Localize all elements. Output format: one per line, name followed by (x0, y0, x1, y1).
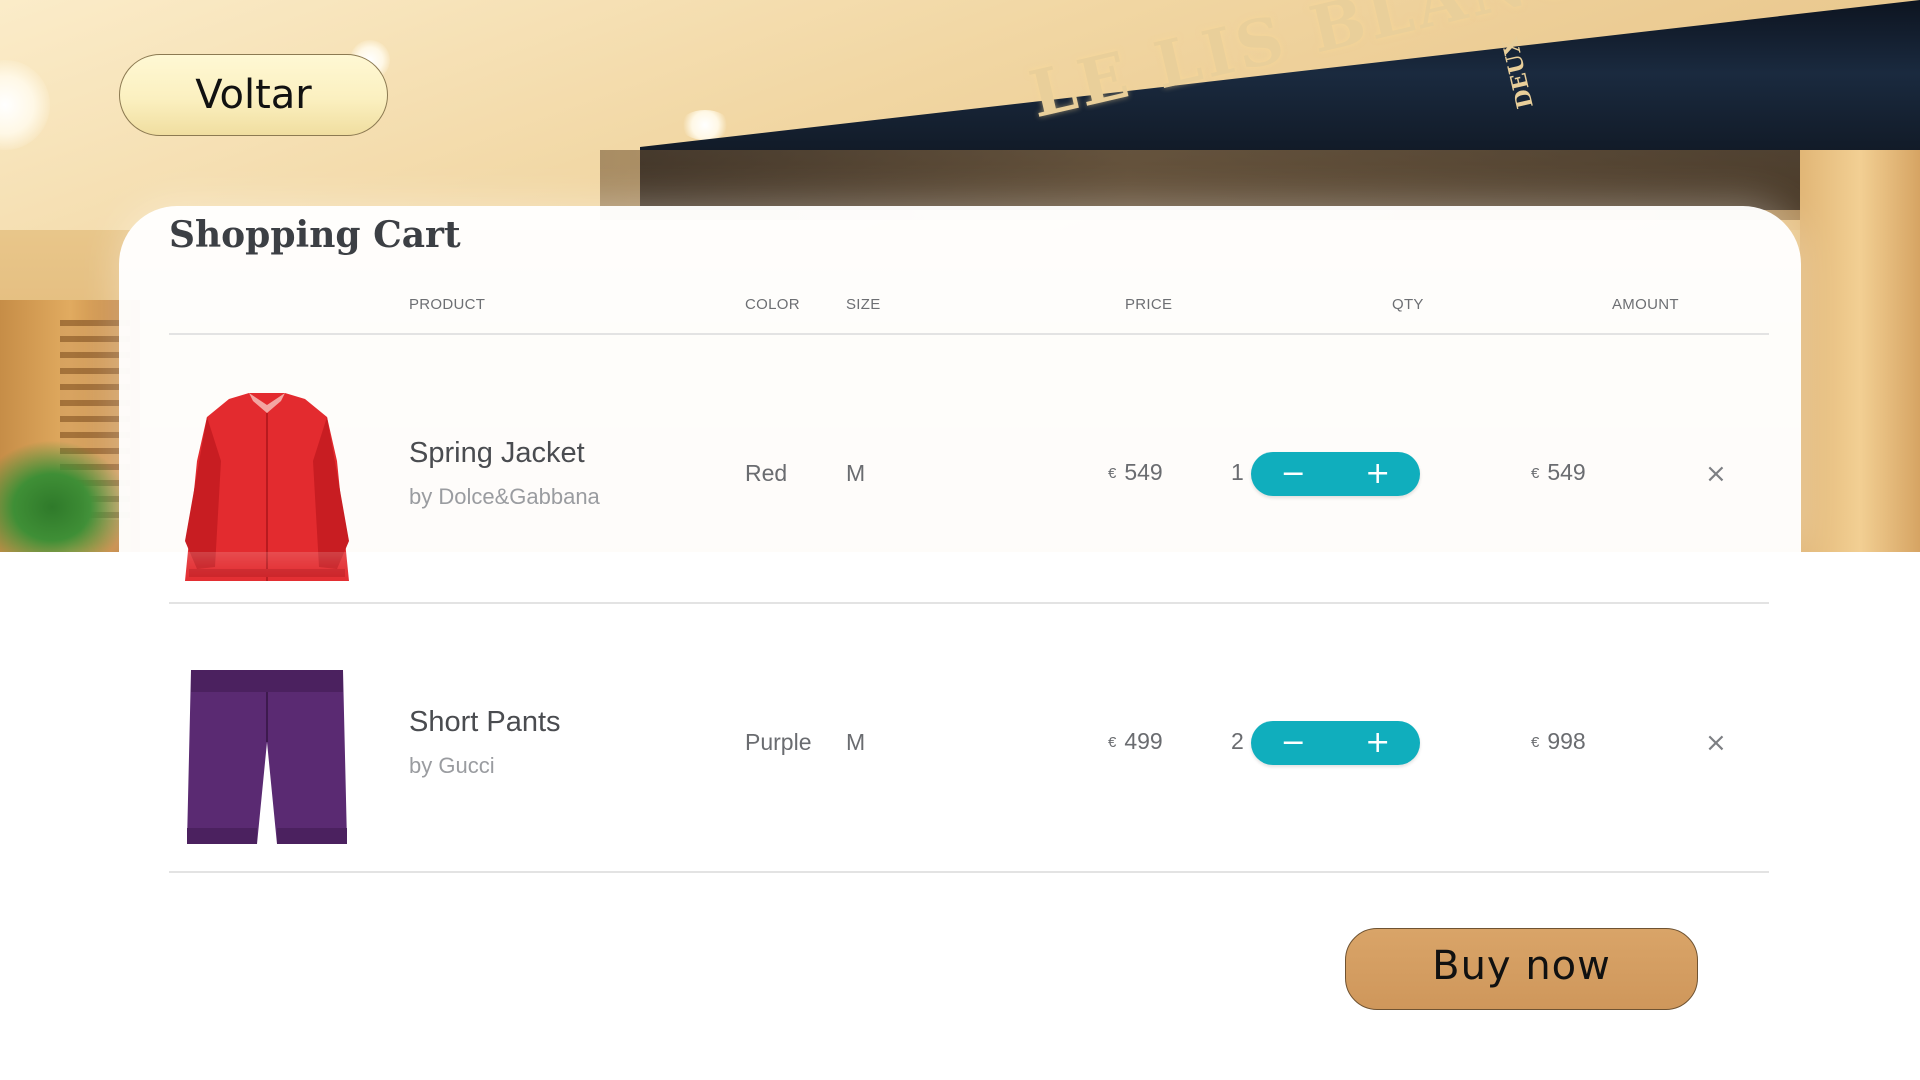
currency-symbol: € (1531, 465, 1540, 482)
cart-title: Shopping Cart (169, 214, 461, 256)
product-price: €549 (1108, 459, 1163, 486)
line-amount: €998 (1531, 728, 1586, 755)
price-value: 549 (1124, 459, 1163, 485)
product-color: Red (745, 460, 788, 486)
quantity-value: 2 (1231, 728, 1244, 754)
buy-now-button[interactable]: Buy now (1345, 928, 1698, 1010)
column-header-product: PRODUCT (409, 296, 486, 313)
wall-right (1800, 150, 1920, 552)
cart-row: Spring Jacket by Dolce&Gabbana Red M €54… (119, 335, 1801, 604)
app-window: LE LIS BLANC DEUX Voltar Shopping Cart P… (0, 0, 1920, 1080)
ceiling-light (680, 110, 730, 140)
quantity-value: 1 (1231, 459, 1244, 485)
column-header-price: PRICE (1125, 296, 1173, 313)
product-brand: by Dolce&Gabbana (409, 484, 600, 509)
currency-symbol: € (1531, 734, 1540, 751)
column-header-color: COLOR (745, 296, 800, 313)
product-name[interactable]: Spring Jacket (409, 437, 585, 470)
red-jacket-image (185, 393, 349, 581)
quantity-stepper: − + (1251, 721, 1420, 765)
product-price: €499 (1108, 728, 1163, 755)
increment-button[interactable]: + (1336, 721, 1421, 765)
currency-symbol: € (1108, 465, 1117, 482)
increment-button[interactable]: + (1336, 452, 1421, 496)
column-header-amount: AMOUNT (1612, 296, 1679, 313)
column-header-size: SIZE (846, 296, 881, 313)
decrement-button[interactable]: − (1251, 452, 1336, 496)
cart-row: Short Pants by Gucci Purple M €499 2 − +… (119, 604, 1801, 873)
amount-value: 549 (1547, 459, 1586, 485)
remove-item-button[interactable]: × (1705, 730, 1727, 756)
product-brand: by Gucci (409, 753, 495, 778)
shopping-cart-panel: Shopping Cart PRODUCT COLOR SIZE PRICE Q… (119, 206, 1801, 906)
back-button[interactable]: Voltar (119, 54, 388, 136)
product-name[interactable]: Short Pants (409, 706, 561, 739)
price-value: 499 (1124, 728, 1163, 754)
plant (0, 440, 130, 552)
amount-value: 998 (1547, 728, 1586, 754)
remove-item-button[interactable]: × (1705, 461, 1727, 487)
line-amount: €549 (1531, 459, 1586, 486)
product-color: Purple (745, 729, 812, 755)
column-header-qty: QTY (1392, 296, 1424, 313)
row-divider (169, 871, 1769, 873)
currency-symbol: € (1108, 734, 1117, 751)
decrement-button[interactable]: − (1251, 721, 1336, 765)
purple-shorts-image (187, 670, 347, 844)
product-size: M (846, 460, 866, 486)
quantity-stepper: − + (1251, 452, 1420, 496)
product-size: M (846, 729, 866, 755)
